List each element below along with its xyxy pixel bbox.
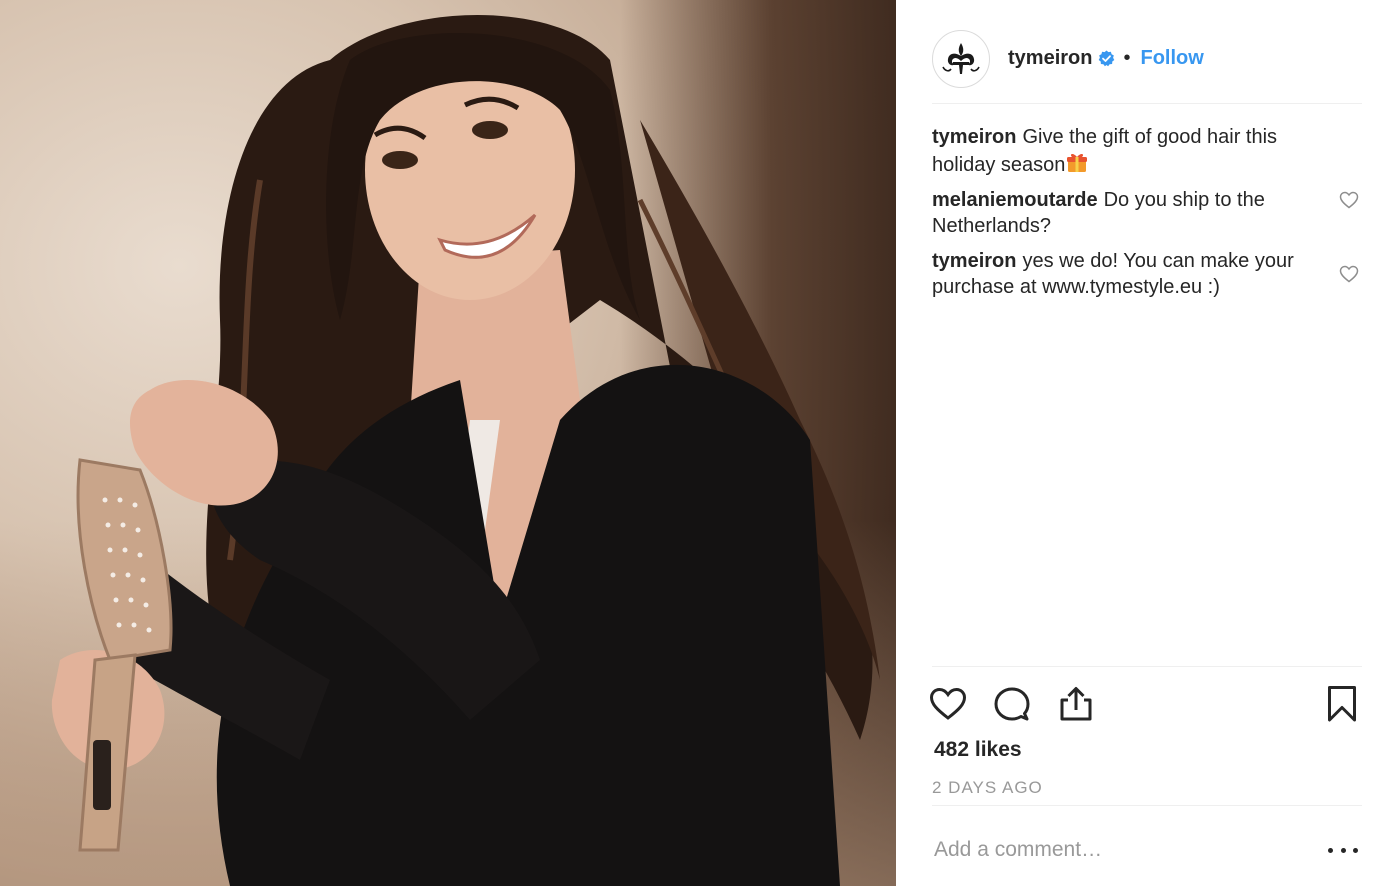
post-header: tymeiron • Follow [932,18,1362,104]
verified-badge-icon [1098,50,1115,67]
comment-author[interactable]: tymeiron [932,126,1016,148]
share-icon [1060,687,1092,721]
add-comment-section [932,805,1362,886]
save-button[interactable] [1322,684,1362,724]
header-separator: • [1123,47,1131,69]
like-button[interactable] [928,684,968,724]
comment-like-heart-icon[interactable] [1339,191,1359,209]
more-dot [1340,847,1346,853]
more-dot [1328,847,1333,853]
action-bar [929,666,1362,741]
post-author-username[interactable]: tymeiron [1008,47,1092,70]
more-options-icon[interactable] [1328,840,1358,860]
bookmark-icon [1328,686,1356,722]
comment-author[interactable]: melaniemoutarde [932,189,1098,211]
comment-button[interactable] [992,684,1032,724]
comment-item: melaniemoutarde Do you ship to the Nether… [932,187,1362,239]
comment-item: tymeiron yes we do! You can make your pur… [932,248,1362,300]
likes-count[interactable]: 482 likes [934,738,1022,762]
add-comment-input[interactable] [932,832,1314,868]
more-dot [1353,847,1358,853]
photo-illustration [51,15,880,886]
speech-bubble-icon [994,687,1030,721]
comment-author[interactable]: tymeiron [932,250,1016,272]
instagram-post: tymeiron • Follow tymeiron Give the gift … [0,0,1390,886]
comments-list: tymeiron Give the gift of good hair this … [932,124,1362,309]
heart-icon [929,687,967,720]
fleur-de-lis-logo-icon [942,42,980,74]
post-timestamp[interactable]: 2 DAYS AGO [932,778,1043,798]
share-button[interactable] [1056,684,1096,724]
follow-button[interactable]: Follow [1140,47,1203,70]
post-side-panel: tymeiron • Follow tymeiron Give the gift … [896,0,1390,886]
post-photo[interactable] [0,0,896,886]
gift-icon [1065,150,1089,174]
caption: tymeiron Give the gift of good hair this … [932,124,1362,178]
comment-like-heart-icon[interactable] [1339,265,1359,283]
profile-avatar[interactable] [932,29,990,88]
